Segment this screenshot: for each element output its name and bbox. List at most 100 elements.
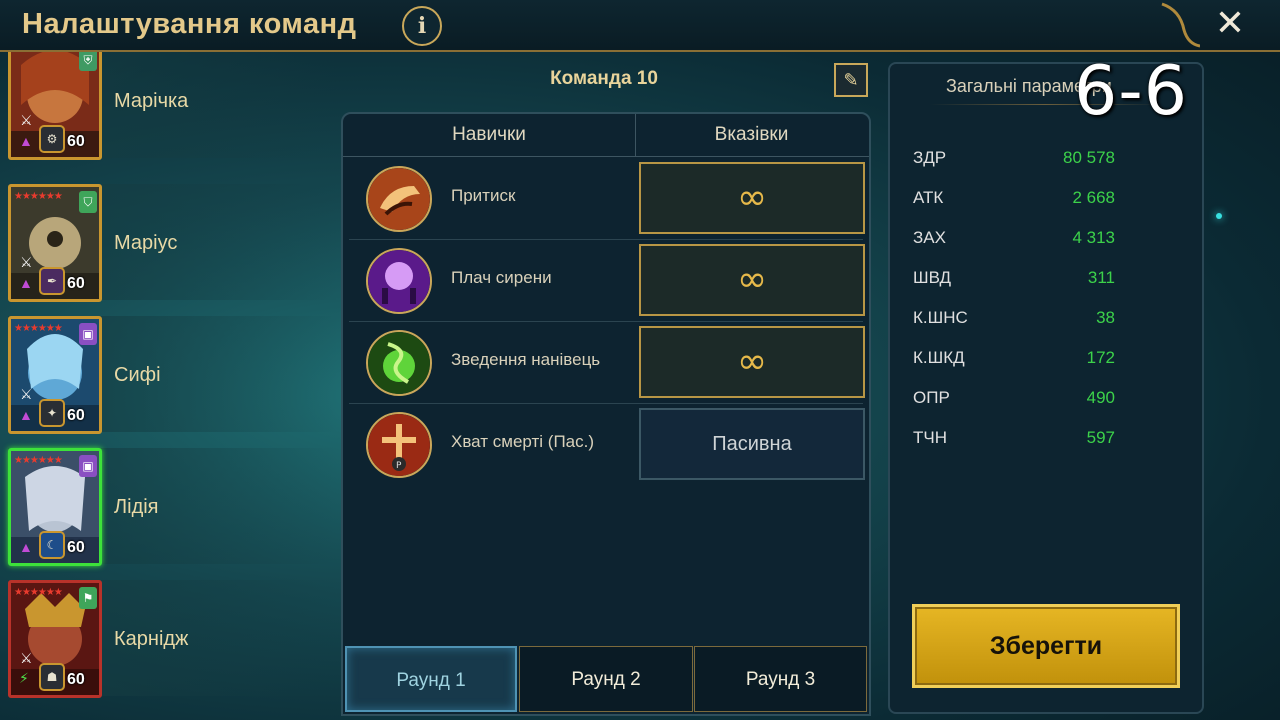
role-badge-icon: ⛉	[79, 191, 97, 213]
team-name: Команда 10	[550, 68, 658, 89]
swords-icon: ⚔	[20, 112, 33, 128]
champion-row[interactable]: ★★★★★★ ⚑ ⚔ ⚡ ☗ 60 Карнідж	[8, 580, 338, 698]
stat-value: 2 668	[1072, 188, 1115, 207]
stat-value: 597	[1086, 428, 1115, 447]
skills-panel: Навички Вказівки Притиск ∞ Плач сирени ∞…	[341, 112, 871, 716]
page-title: Налаштування команд	[22, 8, 357, 40]
edit-pencil-icon[interactable]: ✎	[834, 63, 868, 97]
champion-name: Марічка	[114, 90, 189, 112]
header-divider	[343, 156, 869, 157]
stat-row-crit-dmg: К.ШКД 172	[913, 348, 1115, 374]
infinity-icon: ∞	[737, 177, 767, 218]
skill-name: Притиск	[451, 186, 516, 205]
skills-column-header: Навички	[452, 124, 526, 145]
stat-row-acc: ТЧН 597	[913, 428, 1115, 454]
champion-level: 60	[67, 133, 85, 150]
stat-value: 38	[1096, 308, 1115, 327]
siren-skill-icon	[366, 248, 432, 314]
svg-text:P: P	[396, 461, 402, 471]
champion-row[interactable]: ⛨ ⚔ ▲ ⚙ 60 Марічка	[8, 52, 338, 160]
swords-icon: ⚔	[20, 650, 33, 666]
skill-preference-button[interactable]: ∞	[639, 326, 865, 398]
stat-label: ОПР	[913, 388, 950, 407]
skill-preference-button[interactable]: ∞	[639, 162, 865, 234]
affinity-icon: ▲	[19, 539, 33, 555]
stat-label: ЗДР	[913, 148, 947, 167]
round-tabs: Раунд 1 Раунд 2 Раунд 3	[343, 646, 869, 714]
poison-skill-icon	[366, 330, 432, 396]
skill-row: Притиск ∞	[343, 158, 869, 240]
stat-label: К.ШНС	[913, 308, 968, 327]
stat-label: ЗАХ	[913, 228, 946, 247]
score-overlay: 6-6	[1074, 52, 1189, 131]
stat-label: К.ШКД	[913, 348, 965, 367]
faction-icon: ✒	[39, 267, 65, 295]
affinity-icon: ⚡	[19, 670, 29, 686]
faction-icon: ☾	[39, 531, 65, 559]
skill-name: Плач сирени	[451, 268, 552, 287]
stat-label: АТК	[913, 188, 944, 207]
preferences-column-header: Вказівки	[714, 124, 789, 145]
info-icon[interactable]: i	[402, 6, 442, 46]
stat-label: ШВД	[913, 268, 952, 287]
close-icon[interactable]: ✕	[1212, 2, 1248, 43]
stat-row-hp: ЗДР 80 578	[913, 148, 1115, 174]
tab-round-2[interactable]: Раунд 2	[519, 646, 693, 712]
stat-row-res: ОПР 490	[913, 388, 1115, 414]
champion-card[interactable]: ★★★★★★ ⛉ ⚔ ▲ ✒ 60	[8, 184, 102, 302]
tab-round-1[interactable]: Раунд 1	[345, 646, 517, 712]
faction-icon: ⚙	[39, 125, 65, 153]
tab-round-3[interactable]: Раунд 3	[694, 646, 867, 712]
swords-icon: ⚔	[20, 254, 33, 270]
champion-row[interactable]: ★★★★★★ ⛉ ⚔ ▲ ✒ 60 Маріус	[8, 184, 338, 302]
champion-card[interactable]: ★★★★★★ ⚑ ⚔ ⚡ ☗ 60	[8, 580, 102, 698]
stat-row-spd: ШВД 311	[913, 268, 1115, 294]
champion-name: Лідія	[114, 496, 159, 518]
stat-row-atk: АТК 2 668	[913, 188, 1115, 214]
affinity-icon: ▲	[19, 133, 33, 149]
champion-level: 60	[67, 539, 85, 556]
champion-card[interactable]: ⛨ ⚔ ▲ ⚙ 60	[8, 52, 102, 160]
header-bar: Налаштування команд i ✕	[0, 0, 1280, 52]
champion-level: 60	[67, 407, 85, 424]
stat-row-def: ЗАХ 4 313	[913, 228, 1115, 254]
champion-row[interactable]: ★★★★★★ ▣ ▲ ☾ 60 Лідія	[8, 448, 338, 566]
skill-row: Плач сирени ∞	[343, 240, 869, 322]
stat-value: 80 578	[1063, 148, 1115, 167]
role-badge-icon: ▣	[79, 455, 97, 477]
skill-name: Зведення нанівець	[451, 350, 601, 369]
save-button[interactable]: Зберегти	[912, 604, 1180, 688]
star-rating: ★★★★★★	[14, 587, 63, 598]
skill-preference-button[interactable]: ∞	[639, 244, 865, 316]
corner-ornament-icon	[1161, 2, 1200, 48]
star-rating: ★★★★★★	[14, 455, 63, 466]
role-badge-icon: ⚑	[79, 587, 97, 609]
stat-value: 172	[1086, 348, 1115, 367]
fist-skill-icon	[366, 166, 432, 232]
champion-row[interactable]: ★★★★★★ ▣ ⚔ ▲ ✦ 60 Сифі	[8, 316, 338, 434]
champion-card-selected[interactable]: ★★★★★★ ▣ ▲ ☾ 60	[8, 448, 102, 566]
glow-particle	[1216, 213, 1222, 219]
stat-value: 490	[1086, 388, 1115, 407]
stat-value: 4 313	[1072, 228, 1115, 247]
champion-name: Маріус	[114, 232, 178, 254]
champion-name: Сифі	[114, 364, 161, 386]
champion-name: Карнідж	[114, 628, 189, 650]
champion-card[interactable]: ★★★★★★ ▣ ⚔ ▲ ✦ 60	[8, 316, 102, 434]
skill-row: Зведення нанівець ∞	[343, 322, 869, 404]
role-badge-icon: ⛨	[79, 52, 97, 71]
infinity-icon: ∞	[737, 341, 767, 382]
stat-label: ТЧН	[913, 428, 947, 447]
champion-level: 60	[67, 671, 85, 688]
skill-row: P Хват смерті (Пас.) Пасивна	[343, 404, 869, 486]
champion-list[interactable]: ⛨ ⚔ ▲ ⚙ 60 Марічка ★★★★★★ ⛉ ⚔ ▲ ✒ 60 Мар…	[0, 52, 340, 720]
infinity-icon: ∞	[737, 259, 767, 300]
faction-icon: ✦	[39, 399, 65, 427]
death-grip-skill-icon: P	[366, 412, 432, 478]
affinity-icon: ▲	[19, 407, 33, 423]
star-rating: ★★★★★★	[14, 323, 63, 334]
passive-label: Пасивна	[712, 432, 792, 455]
affinity-icon: ▲	[19, 275, 33, 291]
champion-level: 60	[67, 275, 85, 292]
star-rating: ★★★★★★	[14, 191, 63, 202]
